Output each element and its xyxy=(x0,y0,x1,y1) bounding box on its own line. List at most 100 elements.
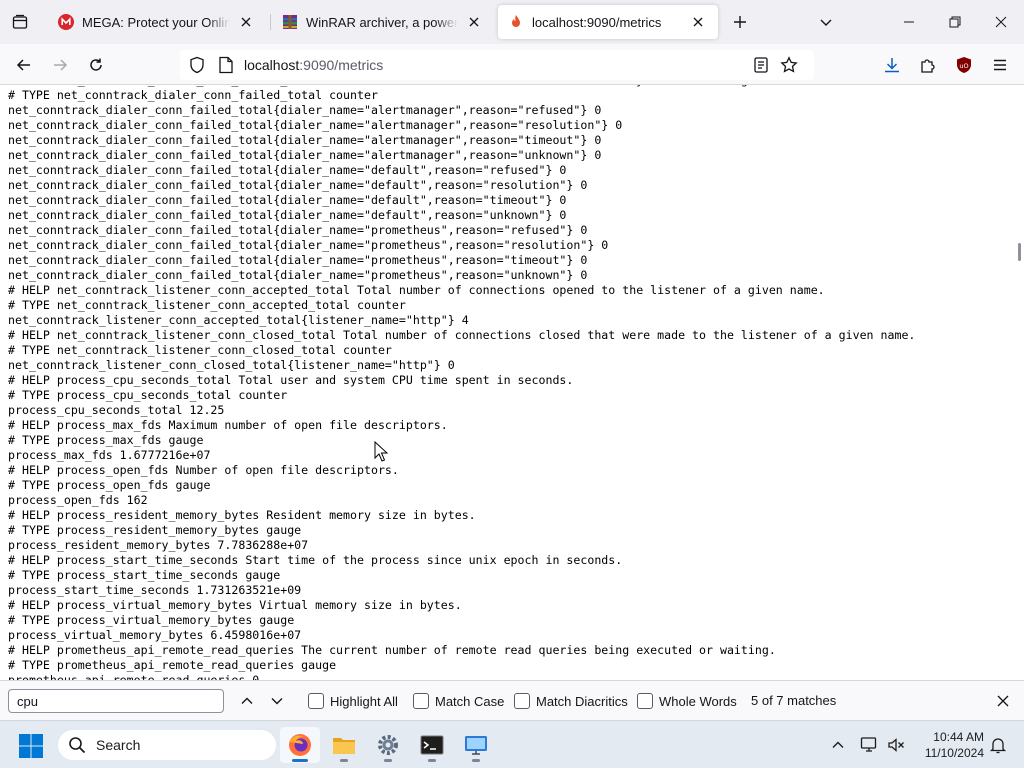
chevron-up-icon xyxy=(241,697,253,704)
find-input[interactable] xyxy=(8,689,224,713)
metric-line: # HELP prometheus_api_remote_read_querie… xyxy=(8,643,776,657)
scrollbar-thumb[interactable] xyxy=(1018,243,1021,261)
metric-line: net_conntrack_listener_conn_closed_total… xyxy=(8,358,455,372)
url-text: localhost:9090/metrics xyxy=(244,57,383,73)
match-diacritics-label: Match Diacritics xyxy=(536,693,628,709)
app-menu-button[interactable] xyxy=(986,52,1014,78)
windows-logo-icon xyxy=(19,734,43,758)
notifications-button[interactable] xyxy=(986,733,1010,757)
page-content: # HELP net_conntrack_dialer_conn_failed_… xyxy=(0,85,1016,680)
metric-line: # HELP net_conntrack_listener_conn_close… xyxy=(8,328,916,342)
ublock-origin-button[interactable]: uO xyxy=(950,52,978,78)
firefox-view-button[interactable] xyxy=(8,10,32,34)
tab-winrar[interactable]: WinRAR archiver, a powerful tool xyxy=(272,5,494,39)
checkbox-box[interactable] xyxy=(413,693,429,709)
new-tab-button[interactable] xyxy=(728,10,752,34)
taskbar-app-firefox[interactable] xyxy=(280,727,320,763)
metric-line: net_conntrack_dialer_conn_failed_total{d… xyxy=(8,193,567,207)
navigation-toolbar: localhost:9090/metrics uO xyxy=(0,44,1024,85)
chevron-down-icon xyxy=(271,698,283,705)
metric-line: net_conntrack_dialer_conn_failed_total{d… xyxy=(8,163,567,177)
address-bar[interactable]: localhost:9090/metrics xyxy=(180,50,814,80)
metric-line: net_conntrack_listener_conn_accepted_tot… xyxy=(8,313,469,327)
volume-button[interactable] xyxy=(884,733,908,757)
taskbar-clock[interactable]: 10:44 AM 11/10/2024 xyxy=(918,729,984,761)
metric-line: # HELP process_resident_memory_bytes Res… xyxy=(8,508,476,522)
bell-icon xyxy=(989,738,1007,754)
close-icon xyxy=(995,16,1007,28)
metric-line: net_conntrack_dialer_conn_failed_total{d… xyxy=(8,148,602,162)
running-indicator xyxy=(292,759,308,762)
taskbar-app-file-explorer[interactable] xyxy=(324,727,364,763)
network-monitor-icon xyxy=(860,737,877,752)
metric-line: net_conntrack_dialer_conn_failed_total{d… xyxy=(8,268,588,282)
running-indicator xyxy=(340,759,348,762)
chevron-up-icon xyxy=(832,741,844,748)
extensions-button[interactable] xyxy=(914,52,942,78)
taskbar-app-settings[interactable] xyxy=(368,727,408,763)
checkbox-box[interactable] xyxy=(637,693,653,709)
start-button[interactable] xyxy=(18,733,44,759)
metric-line: # HELP process_open_fds Number of open f… xyxy=(8,463,399,477)
puzzle-piece-icon xyxy=(921,59,935,73)
metric-line: net_conntrack_dialer_conn_failed_total{d… xyxy=(8,178,588,192)
metric-line: net_conntrack_dialer_conn_failed_total{d… xyxy=(8,223,588,237)
match-case-checkbox[interactable]: Match Case xyxy=(413,692,504,710)
metric-line: process_cpu_seconds_total 12.25 xyxy=(8,403,225,417)
reader-view-icon[interactable] xyxy=(752,56,770,79)
bookmark-star-icon[interactable] xyxy=(780,56,798,79)
close-tab-icon[interactable] xyxy=(236,12,256,32)
vertical-scrollbar[interactable] xyxy=(1016,85,1024,680)
checkbox-box[interactable] xyxy=(514,693,530,709)
metric-line: net_conntrack_dialer_conn_failed_total{d… xyxy=(8,238,609,252)
mouse-pointer-icon xyxy=(374,440,389,468)
settings-icon xyxy=(378,735,398,755)
restore-window-button[interactable] xyxy=(932,0,978,44)
metric-line: net_conntrack_dialer_conn_failed_total{d… xyxy=(8,133,602,147)
find-match-status: 5 of 7 matches xyxy=(751,693,837,708)
close-find-bar-button[interactable] xyxy=(992,690,1014,712)
close-tab-icon[interactable] xyxy=(464,12,484,32)
find-bar: Highlight All Match Case Match Diacritic… xyxy=(0,680,1024,720)
close-tab-icon[interactable] xyxy=(688,12,708,32)
taskbar-app-remote-desktop[interactable] xyxy=(456,727,496,763)
close-window-button[interactable] xyxy=(978,0,1024,44)
find-previous-button[interactable] xyxy=(236,690,258,712)
tab-metrics[interactable]: localhost:9090/metrics xyxy=(498,5,718,39)
page-info-icon[interactable] xyxy=(218,56,234,79)
whole-words-label: Whole Words xyxy=(659,693,737,709)
metric-line: net_conntrack_dialer_conn_failed_total{d… xyxy=(8,103,602,117)
taskbar-app-terminal[interactable] xyxy=(412,727,452,763)
taskbar-search-box[interactable]: Search xyxy=(58,730,276,760)
tab-mega[interactable]: MEGA: Protect your Online Privacy xyxy=(48,5,266,39)
minimize-icon xyxy=(904,21,914,23)
metric-line: process_start_time_seconds 1.731263521e+… xyxy=(8,583,302,597)
metric-line: # TYPE net_conntrack_listener_conn_close… xyxy=(8,343,392,357)
plus-icon xyxy=(734,16,746,28)
forward-button[interactable] xyxy=(46,52,74,78)
mega-logo-icon xyxy=(58,14,74,30)
show-hidden-icons-button[interactable] xyxy=(826,733,850,757)
match-diacritics-checkbox[interactable]: Match Diacritics xyxy=(514,692,628,710)
tracking-protection-shield-icon[interactable] xyxy=(188,56,206,79)
hamburger-menu-icon xyxy=(994,59,1006,71)
reload-icon xyxy=(90,58,102,71)
metric-line: # TYPE prometheus_api_remote_read_querie… xyxy=(8,658,337,672)
running-indicator xyxy=(428,759,436,762)
reload-button[interactable] xyxy=(82,52,110,78)
metric-line: # TYPE net_conntrack_dialer_conn_failed_… xyxy=(8,88,378,102)
downloads-button[interactable] xyxy=(878,52,906,78)
metric-line: # TYPE process_max_fds gauge xyxy=(8,433,204,447)
running-indicator xyxy=(472,759,480,762)
checkbox-box[interactable] xyxy=(308,693,324,709)
whole-words-checkbox[interactable]: Whole Words xyxy=(637,692,737,710)
list-all-tabs-button[interactable] xyxy=(814,10,838,34)
back-button[interactable] xyxy=(10,52,38,78)
network-status-button[interactable] xyxy=(858,733,882,757)
minimize-window-button[interactable] xyxy=(886,0,932,44)
speaker-muted-icon xyxy=(888,738,904,752)
highlight-all-checkbox[interactable]: Highlight All xyxy=(308,692,398,710)
find-next-button[interactable] xyxy=(266,690,288,712)
restore-icon xyxy=(949,16,961,28)
taskbar-search-label: Search xyxy=(96,737,141,753)
